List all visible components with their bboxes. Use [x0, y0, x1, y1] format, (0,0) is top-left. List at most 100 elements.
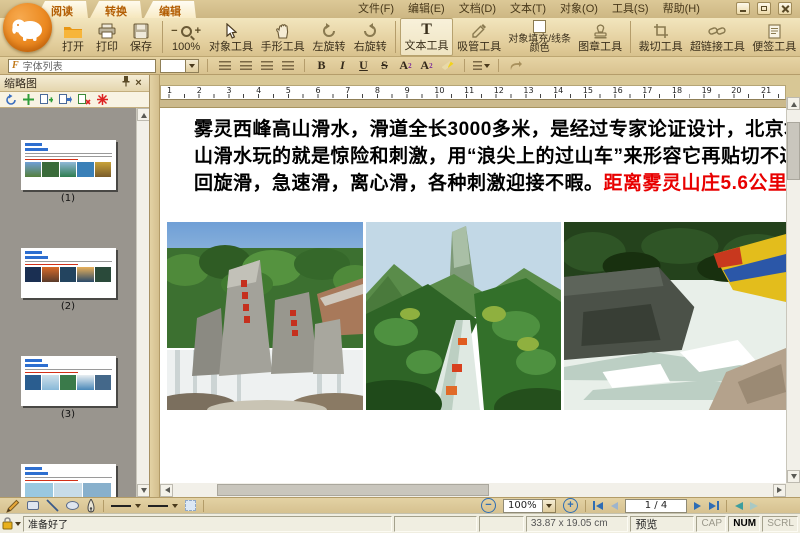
align-right-button[interactable] [258, 58, 275, 73]
export-page-button[interactable] [59, 94, 72, 105]
note-icon [768, 22, 781, 40]
open-button[interactable]: 打开 [56, 18, 90, 56]
ellipse-tool-button[interactable] [66, 501, 79, 510]
last-page-button[interactable] [709, 501, 719, 510]
previous-page-button[interactable] [610, 502, 618, 510]
horizontal-scroll-thumb[interactable] [217, 484, 489, 496]
menu-object[interactable]: 对象(O) [560, 0, 598, 16]
rotate-right-icon [362, 22, 378, 40]
thumbnail-page-1[interactable]: (1) [21, 140, 116, 204]
rotate-page-button[interactable] [5, 94, 17, 106]
subscript-button[interactable]: A2 [418, 58, 435, 73]
photo-whitewater-raft-closeup[interactable] [564, 222, 786, 410]
rectangle-tool-button[interactable] [27, 501, 39, 510]
scroll-left-arrow[interactable] [160, 484, 173, 497]
stamp-tool-button[interactable]: 图章工具 [574, 18, 626, 56]
first-page-button[interactable] [593, 501, 603, 510]
horizontal-scrollbar[interactable] [160, 483, 786, 497]
next-page-button[interactable] [694, 502, 702, 510]
page-viewport: 雾灵西峰高山滑水，滑道全长3000多米，是经过专家论证设计，北京地区 山滑水玩的… [160, 108, 786, 483]
menu-text[interactable]: 文本(T) [510, 0, 546, 16]
thumbnail-page-3[interactable]: (3) [21, 356, 116, 420]
hyperlink-tool-button[interactable]: 超链接工具 [686, 18, 748, 56]
rotate-left-button[interactable]: 左旋转 [308, 18, 349, 56]
align-center-button[interactable] [237, 58, 254, 73]
delete-all-button[interactable] [97, 94, 108, 105]
scroll-down-arrow[interactable] [787, 470, 800, 483]
zoom-out-button[interactable]: − [481, 498, 496, 513]
view-forward-button[interactable] [750, 502, 759, 510]
zoom-in-icon[interactable]: + [195, 25, 201, 37]
print-button[interactable]: 打印 [90, 18, 124, 56]
save-button[interactable]: 保存 [124, 18, 158, 56]
italic-button[interactable]: I [334, 58, 351, 73]
close-button[interactable] [778, 2, 792, 15]
eyedropper-tool-button[interactable]: 吸管工具 [453, 18, 505, 56]
align-left-button[interactable] [216, 58, 233, 73]
underline-button[interactable]: U [355, 58, 372, 73]
menu-document[interactable]: 文档(D) [459, 0, 496, 16]
photo-green-peaks-rafting-valley[interactable] [366, 222, 561, 410]
menu-tools[interactable]: 工具(S) [612, 0, 649, 16]
rotate-right-button[interactable]: 右旋转 [350, 18, 391, 56]
minimize-button[interactable] [736, 2, 750, 15]
line-style-dropdown[interactable] [148, 501, 178, 511]
note-tool-button[interactable]: 便签工具 [748, 18, 800, 56]
line-tool-button[interactable] [46, 499, 59, 512]
bold-button[interactable]: B [313, 58, 330, 73]
hand-tool-button[interactable]: 手形工具 [257, 18, 309, 56]
highlight-button[interactable] [439, 58, 456, 73]
text-tool-button[interactable]: T 文本工具 [400, 18, 454, 56]
scroll-up-arrow[interactable] [137, 108, 149, 121]
sidebar-scrollbar[interactable] [136, 108, 149, 497]
object-tool-button[interactable]: 对象工具 [205, 18, 257, 56]
app-logo-elephant-icon[interactable] [3, 3, 52, 52]
tab-edit[interactable]: 编辑 [144, 1, 196, 18]
zoom-level-dropdown[interactable] [543, 499, 556, 513]
crop-tool-button[interactable]: 裁切工具 [635, 18, 687, 56]
dashed-border-button[interactable] [185, 500, 196, 511]
line-weight-dropdown[interactable] [111, 501, 141, 511]
panel-splitter[interactable] [150, 75, 160, 497]
vertical-scroll-thumb[interactable] [787, 122, 800, 180]
add-page-button[interactable] [23, 94, 34, 105]
zoom-control-group[interactable]: − + 100% [167, 18, 205, 56]
zoom-out-icon[interactable]: − [171, 25, 177, 37]
fill-line-color-button[interactable]: 对象填充/线条颜色 [505, 18, 574, 56]
thumbnail-page-4[interactable] [21, 464, 116, 497]
scroll-right-arrow[interactable] [773, 484, 786, 497]
thumbnail-page-2[interactable]: (2) [21, 248, 116, 312]
tab-convert[interactable]: 转换 [90, 1, 142, 18]
maximize-button[interactable] [757, 2, 771, 15]
vertical-scrollbar[interactable] [786, 75, 800, 497]
pen-tool-button[interactable] [86, 499, 96, 513]
undo-button[interactable] [507, 58, 524, 73]
font-family-combo[interactable]: F 字体列表 [8, 59, 156, 73]
photo-inscribed-stones-waterfall[interactable] [167, 222, 363, 410]
menu-file[interactable]: 文件(F) [358, 0, 394, 16]
font-size-combo[interactable] [160, 59, 186, 73]
font-size-dropdown[interactable] [186, 59, 199, 73]
window-controls [736, 2, 792, 15]
align-justify-button[interactable] [279, 58, 296, 73]
pin-panel-icon[interactable] [119, 76, 132, 90]
menu-edit[interactable]: 编辑(E) [408, 0, 445, 16]
strikethrough-button[interactable]: S [376, 58, 393, 73]
line-spacing-button[interactable] [473, 58, 490, 73]
insert-page-button[interactable] [40, 94, 53, 106]
superscript-button[interactable]: A2 [397, 58, 414, 73]
close-panel-icon[interactable]: × [132, 77, 145, 89]
view-back-button[interactable] [734, 502, 743, 510]
ellipse-icon [66, 501, 79, 510]
scroll-down-arrow[interactable] [137, 484, 149, 497]
zoom-level-combo[interactable]: 100% [503, 499, 543, 513]
delete-page-button[interactable] [78, 94, 91, 106]
menu-help[interactable]: 帮助(H) [663, 0, 700, 16]
zoom-in-button[interactable]: + [563, 498, 578, 513]
scroll-up-arrow[interactable] [787, 97, 800, 110]
thumbnail-panel: 缩略图 × [0, 75, 150, 497]
document-text[interactable]: 雾灵西峰高山滑水，滑道全长3000多米，是经过专家论证设计，北京地区 山滑水玩的… [194, 116, 786, 197]
lock-icon[interactable] [2, 517, 21, 530]
pencil-tool-button[interactable] [6, 499, 20, 513]
page-number-field[interactable]: 1 / 4 [625, 499, 687, 513]
